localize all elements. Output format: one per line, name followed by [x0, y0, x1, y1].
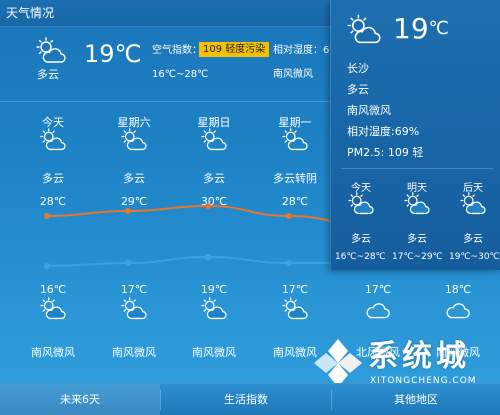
popup-temp-unit: ℃ — [428, 18, 449, 39]
popup-divider — [341, 168, 493, 169]
popup-city: 长沙 — [347, 62, 369, 75]
low-temp-point — [286, 260, 292, 266]
popup-humidity: 相对湿度:69% — [347, 125, 420, 138]
partly-cloudy-icon — [389, 192, 445, 216]
tab-other-regions[interactable]: 其他地区 — [332, 384, 500, 415]
low-temp-point — [205, 254, 211, 260]
popup-condition: 多云 — [347, 83, 369, 96]
high-temp-point — [286, 213, 292, 219]
high-temp-point — [44, 213, 50, 219]
popup-day-condition-text: 多云 — [407, 234, 427, 245]
high-temp-point — [205, 203, 211, 209]
popup-day-condition: 多云 — [333, 227, 389, 246]
low-temp-point — [125, 260, 131, 266]
tab-forecast[interactable]: 未来6天 — [0, 384, 160, 415]
popup-day-range: 19℃~30℃ — [449, 252, 500, 262]
watermark-logo-icon — [314, 339, 362, 387]
partly-cloudy-icon — [333, 192, 389, 216]
high-temp-point — [125, 208, 131, 214]
partly-cloudy-icon — [445, 192, 500, 216]
popup-pm25: PM2.5: 109 轻 — [347, 146, 424, 159]
weather-app: 天气情况 多云 19℃ 空气指数： 109 轻度污染 相对湿度：6 16℃~28… — [0, 0, 500, 415]
popup-day-condition: 多云 — [389, 227, 445, 246]
popup-day-condition: 多云 — [445, 227, 500, 246]
popup-temperature: 19℃ — [393, 12, 449, 45]
tab-life-index[interactable]: 生活指数 — [161, 384, 331, 415]
popup-day-range: 16℃~28℃ — [335, 252, 386, 262]
watermark-text: 系统城 — [368, 339, 470, 374]
bottom-tabs: 未来6天 生活指数 其他地区 — [0, 383, 500, 415]
low-temp-point — [44, 263, 50, 269]
popup-day-condition-text: 多云 — [351, 234, 371, 245]
popup-day-range: 17℃~29℃ — [392, 252, 443, 262]
partly-cloudy-icon — [346, 14, 382, 50]
city-detail-popup: 19℃ 长沙 多云 南风微风 相对湿度:69% PM2.5: 109 轻 今天多… — [330, 0, 500, 270]
popup-wind: 南风微风 — [347, 104, 391, 117]
popup-day-condition-text: 多云 — [463, 234, 483, 245]
